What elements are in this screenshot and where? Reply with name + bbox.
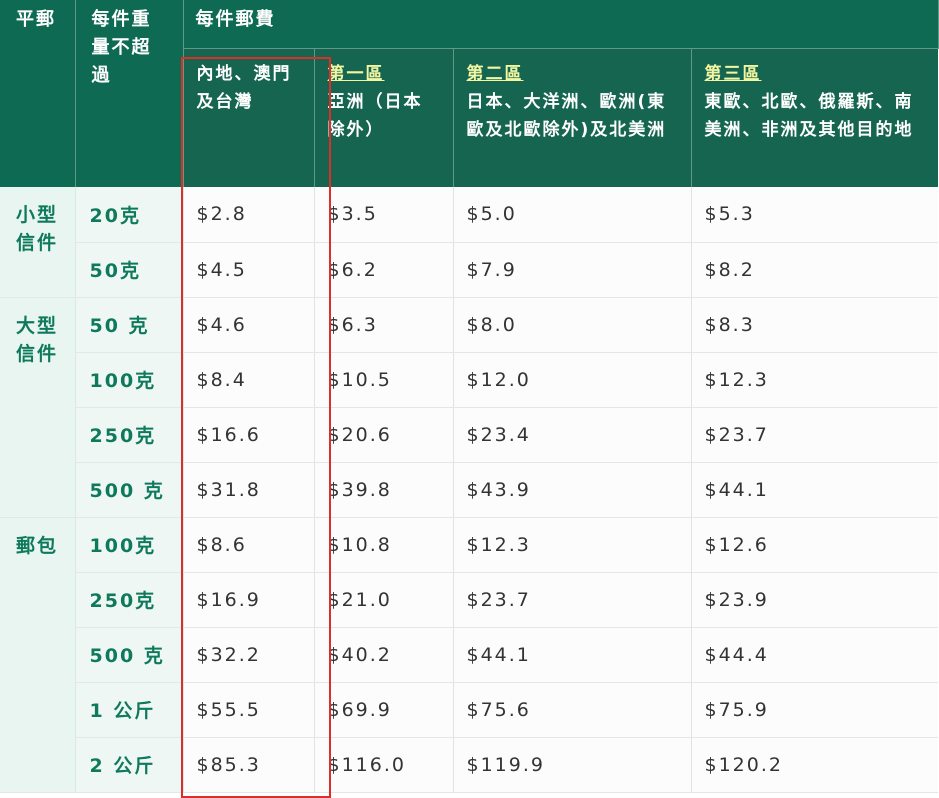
header-fee: 每件郵費 — [183, 0, 939, 49]
price-cell: $43.9 — [453, 462, 692, 518]
table-row: 250克 $16.9 $21.0 $23.7 $23.9 — [0, 572, 938, 628]
category-cell: 郵包 — [0, 517, 76, 793]
price-cell: $75.9 — [691, 682, 938, 738]
category-cell: 小型信件 — [0, 187, 76, 298]
price-cell: $8.2 — [691, 242, 938, 298]
price-cell: $4.5 — [183, 242, 315, 298]
zone-1-link[interactable]: 第一區 — [328, 60, 385, 88]
price-cell: $23.9 — [691, 572, 938, 628]
price-cell: $69.9 — [314, 682, 454, 738]
price-cell: $10.8 — [314, 517, 454, 573]
price-cell: $7.9 — [453, 242, 692, 298]
price-cell: $44.4 — [691, 627, 938, 683]
price-cell: $55.5 — [183, 682, 315, 738]
zone-2-link[interactable]: 第二區 — [467, 60, 524, 88]
table-row: 100克 $8.4 $10.5 $12.0 $12.3 — [0, 352, 938, 408]
price-cell: $8.4 — [183, 352, 315, 408]
weight-cell: 500 克 — [75, 627, 184, 683]
zone-1-text: 亞洲（日本除外） — [327, 91, 423, 140]
header-zone-mainland: 內地、澳門及台灣 — [183, 48, 315, 187]
price-cell: $8.3 — [691, 297, 938, 353]
price-cell: $16.6 — [183, 407, 315, 463]
price-cell: $39.8 — [314, 462, 454, 518]
zone-3-text: 東歐、北歐、俄羅斯、南美洲、非洲及其他目的地 — [704, 91, 914, 140]
price-cell: $8.6 — [183, 517, 315, 573]
price-cell: $23.7 — [453, 572, 692, 628]
category-cell: 大型信件 — [0, 297, 76, 518]
header-zone-3: 第三區 東歐、北歐、俄羅斯、南美洲、非洲及其他目的地 — [691, 48, 938, 187]
price-cell: $12.0 — [453, 352, 692, 408]
table-row: 小型信件 20克 $2.8 $3.5 $5.0 $5.3 — [0, 187, 938, 298]
price-cell: $12.6 — [691, 517, 938, 573]
price-cell: $44.1 — [453, 627, 692, 683]
price-cell: $44.1 — [691, 462, 938, 518]
header-row-top: 平郵 每件重量不超過 每件郵費 — [0, 0, 939, 187]
price-cell: $21.0 — [314, 572, 454, 628]
weight-cell: 100克 — [75, 517, 184, 573]
table-row: 1 公斤 $55.5 $69.9 $75.6 $75.9 — [0, 682, 938, 738]
price-cell: $2.8 — [183, 187, 315, 243]
price-cell: $4.6 — [183, 297, 315, 353]
price-cell: $8.0 — [453, 297, 692, 353]
table-row: 郵包 100克 $8.6 $10.8 $12.3 $12.6 — [0, 517, 938, 793]
price-cell: $23.4 — [453, 407, 692, 463]
price-cell: $120.2 — [691, 737, 938, 793]
table-row: 250克 $16.6 $20.6 $23.4 $23.7 — [0, 407, 938, 463]
price-cell: $31.8 — [183, 462, 315, 518]
price-cell: $23.7 — [691, 407, 938, 463]
price-cell: $85.3 — [183, 737, 315, 793]
price-cell: $12.3 — [691, 352, 938, 408]
weight-cell: 500 克 — [75, 462, 184, 518]
zone-2-text: 日本、大洋洲、歐洲(東歐及北歐除外)及北美洲 — [466, 91, 667, 140]
table-row: 50克 $4.5 $6.2 $7.9 $8.2 — [0, 242, 938, 298]
price-cell: $12.3 — [453, 517, 692, 573]
price-cell: $32.2 — [183, 627, 315, 683]
price-cell: $75.6 — [453, 682, 692, 738]
header-zone-1: 第一區 亞洲（日本除外） — [314, 48, 454, 187]
price-cell: $6.2 — [314, 242, 454, 298]
weight-cell: 20克 — [75, 187, 184, 243]
weight-cell: 2 公斤 — [75, 737, 184, 793]
price-cell: $3.5 — [314, 187, 454, 243]
zone-3-link[interactable]: 第三區 — [705, 60, 762, 88]
table-row: 500 克 $32.2 $40.2 $44.1 $44.4 — [0, 627, 938, 683]
price-cell: $40.2 — [314, 627, 454, 683]
zone-mainland-text: 內地、澳門及台灣 — [196, 63, 292, 112]
price-cell: $116.0 — [314, 737, 454, 793]
price-cell: $16.9 — [183, 572, 315, 628]
weight-cell: 100克 — [75, 352, 184, 408]
price-cell: $6.3 — [314, 297, 454, 353]
weight-cell: 50克 — [75, 242, 184, 298]
weight-cell: 250克 — [75, 407, 184, 463]
price-cell: $5.3 — [691, 187, 938, 243]
header-weight: 每件重量不超過 — [75, 0, 184, 187]
header-zone-2: 第二區 日本、大洋洲、歐洲(東歐及北歐除外)及北美洲 — [453, 48, 692, 187]
table-row: 2 公斤 $85.3 $116.0 $119.9 $120.2 — [0, 737, 938, 793]
table-row: 大型信件 50 克 $4.6 $6.3 $8.0 $8.3 — [0, 297, 938, 518]
price-cell: $119.9 — [453, 737, 692, 793]
table-row: 500 克 $31.8 $39.8 $43.9 $44.1 — [0, 462, 938, 518]
weight-cell: 1 公斤 — [75, 682, 184, 738]
price-cell: $10.5 — [314, 352, 454, 408]
header-category: 平郵 — [0, 0, 76, 187]
weight-cell: 250克 — [75, 572, 184, 628]
price-cell: $20.6 — [314, 407, 454, 463]
postage-rate-table: 平郵 每件重量不超過 每件郵費 內地、澳門及台灣 第一區 亞洲（日本除外） 第二… — [0, 0, 939, 793]
price-cell: $5.0 — [453, 187, 692, 243]
weight-cell: 50 克 — [75, 297, 184, 353]
